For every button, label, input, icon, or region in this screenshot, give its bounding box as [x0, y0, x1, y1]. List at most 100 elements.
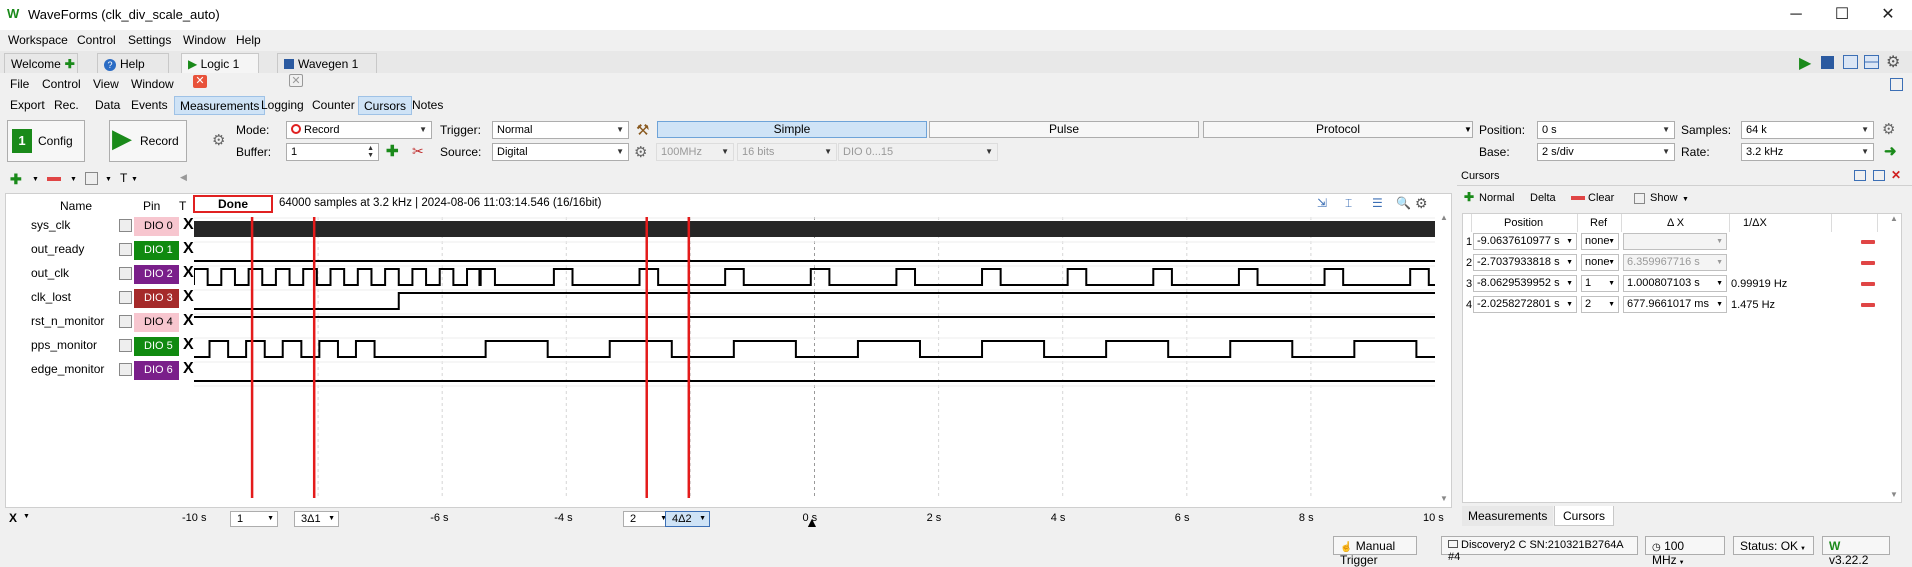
- edit-icon[interactable]: [119, 315, 132, 328]
- spin-icon[interactable]: ▲ ▼: [367, 145, 374, 159]
- close-icon[interactable]: ✕: [1891, 168, 1901, 182]
- remove-cursor-icon[interactable]: [1861, 303, 1875, 307]
- position-select[interactable]: -2.0258272801 s ▼: [1473, 296, 1577, 313]
- dock-icon[interactable]: [1890, 78, 1903, 91]
- remove-cursor-icon[interactable]: [1861, 282, 1875, 286]
- remove-cursor-icon[interactable]: [1861, 261, 1875, 265]
- position-select[interactable]: -8.0629539952 s ▼: [1473, 275, 1577, 292]
- menu-window[interactable]: Window: [183, 33, 226, 47]
- subtab-counter[interactable]: Counter: [307, 96, 360, 115]
- delta-x-select[interactable]: ▼: [1623, 233, 1727, 250]
- base-select[interactable]: 2 s/div ▼: [1537, 143, 1675, 161]
- subtab-export[interactable]: Export: [5, 96, 50, 115]
- close-window-button[interactable]: ✕: [1865, 0, 1911, 30]
- scissors-icon[interactable]: ✂: [412, 143, 424, 160]
- subtab-logging[interactable]: Logging: [256, 96, 309, 115]
- config-button[interactable]: 1 Config: [7, 120, 85, 162]
- chevron-down-icon[interactable]: ▼: [105, 176, 112, 183]
- buffer-stepper[interactable]: 1 ▲ ▼: [286, 143, 379, 161]
- scroll-down-icon[interactable]: ▼: [1890, 490, 1898, 499]
- menu-settings[interactable]: Settings: [128, 33, 171, 47]
- maximize-icon[interactable]: [1873, 170, 1885, 181]
- edit-icon[interactable]: [119, 291, 132, 304]
- ref-select[interactable]: none ▼: [1581, 254, 1619, 271]
- channel-row[interactable]: out_ready DIO 1X: [5, 239, 194, 261]
- stop-all-icon[interactable]: [1821, 56, 1834, 69]
- normal-cursor-button[interactable]: Normal: [1479, 192, 1514, 204]
- float-icon[interactable]: [1854, 170, 1866, 181]
- trigger-condition-icon[interactable]: X: [183, 240, 194, 258]
- subtab-events[interactable]: Events: [126, 96, 173, 115]
- scroll-up-icon[interactable]: ▲: [1890, 214, 1898, 223]
- hammer-icon[interactable]: ⚒: [636, 121, 649, 139]
- trigger-condition-icon[interactable]: X: [183, 216, 194, 234]
- chevron-down-icon[interactable]: ▼: [1464, 125, 1472, 134]
- menu-file[interactable]: File: [10, 77, 29, 91]
- simple-trigger-tab[interactable]: Simple: [657, 121, 927, 138]
- trigger-condition-icon[interactable]: X: [183, 336, 194, 354]
- ref-select[interactable]: 1 ▼: [1581, 275, 1619, 292]
- version-button[interactable]: W v3.22.2: [1822, 536, 1890, 567]
- subtab-notes[interactable]: Notes: [407, 96, 448, 115]
- arrow-right-icon[interactable]: ➜: [1884, 142, 1897, 160]
- trigger-condition-icon[interactable]: X: [183, 312, 194, 330]
- chevron-down-icon[interactable]: ▼: [70, 176, 77, 183]
- trigger-condition-icon[interactable]: X: [183, 360, 194, 378]
- trigger-condition-icon[interactable]: X: [183, 288, 194, 306]
- tab-welcome[interactable]: Welcome ✚: [4, 53, 78, 73]
- waveform-plot[interactable]: [194, 217, 1435, 498]
- subtab-measurements[interactable]: Measurements: [174, 96, 266, 115]
- delta-cursor-button[interactable]: Delta: [1530, 192, 1556, 204]
- delta-x-select[interactable]: 677.9661017 ms ▼: [1623, 296, 1727, 313]
- position-select[interactable]: -2.7037933818 s ▼: [1473, 254, 1577, 271]
- minimize-button[interactable]: ─: [1773, 0, 1819, 30]
- cursor1-select[interactable]: 1 ▼: [230, 511, 278, 527]
- trigger-condition-icon[interactable]: X: [183, 264, 194, 282]
- edit-icon[interactable]: [119, 243, 132, 256]
- add-icon[interactable]: ✚: [386, 142, 399, 160]
- scroll-down-icon[interactable]: ▼: [1440, 494, 1448, 503]
- clock-button[interactable]: ◷ 100 MHz ▼: [1645, 536, 1725, 567]
- subtab-rec[interactable]: Rec.: [49, 96, 84, 115]
- chevron-down-icon[interactable]: ▼: [1682, 196, 1689, 203]
- trigger-select[interactable]: Normal ▼: [492, 121, 629, 139]
- tab-cursors[interactable]: Cursors: [1554, 506, 1615, 526]
- edit-icon[interactable]: [119, 339, 132, 352]
- manual-trigger-button[interactable]: ☝ Manual Trigger: [1333, 536, 1417, 567]
- channel-row[interactable]: out_clk DIO 2X: [5, 263, 194, 285]
- text-cursor-icon[interactable]: ⌶: [1345, 196, 1352, 211]
- tab-logic[interactable]: ▶ Logic 1✕: [181, 53, 259, 88]
- tab-measurements[interactable]: Measurements: [1462, 506, 1554, 526]
- channel-row[interactable]: clk_lost DIO 3X: [5, 287, 194, 309]
- layout-icon[interactable]: [1843, 55, 1858, 69]
- add-icon[interactable]: ✚: [1464, 190, 1474, 204]
- edit-icon[interactable]: [85, 172, 98, 185]
- tab-wavegen[interactable]: Wavegen 1✕: [277, 53, 377, 87]
- channel-row[interactable]: pps_monitor DIO 5X: [5, 335, 194, 357]
- show-menu-button[interactable]: Show: [1650, 192, 1678, 204]
- channel-row[interactable]: edge_monitor DIO 6X: [5, 359, 194, 381]
- mode-select[interactable]: Record ▼: [286, 121, 432, 139]
- source-select[interactable]: Digital ▼: [492, 143, 629, 161]
- align-icon[interactable]: ☰: [1372, 196, 1383, 210]
- maximize-button[interactable]: ☐: [1819, 0, 1865, 30]
- settings-gear-icon[interactable]: ⚙: [1415, 195, 1428, 212]
- menu-help[interactable]: Help: [236, 33, 261, 47]
- menu-workspace[interactable]: Workspace: [8, 33, 68, 47]
- position-select[interactable]: -9.0637610977 s ▼: [1473, 233, 1577, 250]
- settings-gear-icon[interactable]: ⚙: [212, 131, 225, 149]
- scroll-left-icon[interactable]: ◀: [180, 172, 187, 183]
- protocol-trigger-tab[interactable]: Protocol: [1203, 121, 1473, 138]
- chevron-down-icon[interactable]: ▼: [131, 176, 138, 183]
- channel-row[interactable]: sys_clk DIO 0X: [5, 215, 194, 237]
- add-channel-icon[interactable]: ✚: [10, 171, 22, 188]
- channel-row[interactable]: rst_n_monitor DIO 4X: [5, 311, 194, 333]
- cursor2-delta-select[interactable]: 4Δ2 ▼: [665, 511, 710, 527]
- cursor1-delta-select[interactable]: 3Δ1 ▼: [294, 511, 339, 527]
- subtab-data[interactable]: Data: [90, 96, 125, 115]
- menu-control[interactable]: Control: [42, 77, 81, 91]
- ref-select[interactable]: none ▼: [1581, 233, 1619, 250]
- tab-help[interactable]: ? Help: [97, 53, 169, 73]
- position-select[interactable]: 0 s ▼: [1537, 121, 1675, 139]
- x-axis-menu[interactable]: X: [9, 511, 17, 525]
